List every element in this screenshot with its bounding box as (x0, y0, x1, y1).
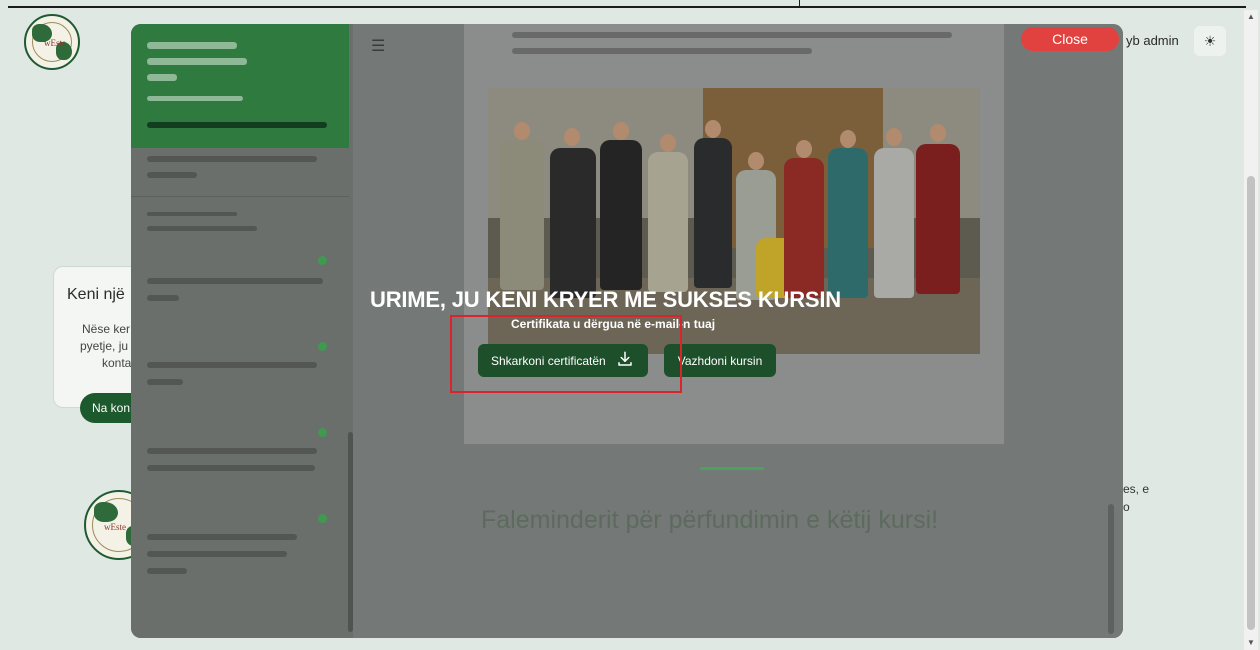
contact-card: Keni një Nëse ker pyetje, ju konta (53, 266, 143, 408)
contact-card-line: pyetje, ju (80, 339, 129, 353)
scroll-down-arrow-icon[interactable]: ▼ (1247, 638, 1255, 647)
top-divider-tick (799, 0, 800, 7)
top-divider (8, 6, 1246, 8)
user-menu[interactable]: yb admin (1126, 33, 1179, 48)
footer-text-fragment: es, e (1123, 482, 1150, 496)
contact-card-line: Nëse ker (82, 322, 131, 336)
sun-icon: ☀ (1203, 32, 1217, 49)
scroll-up-arrow-icon[interactable]: ▲ (1247, 12, 1255, 21)
continue-course-button[interactable]: Vazhdoni kursin (664, 344, 776, 377)
page-scrollbar-thumb[interactable] (1247, 176, 1255, 630)
completion-section: Faleminderit për përfundimin e këtij kur… (353, 444, 1123, 638)
site-logo[interactable]: wEste (24, 14, 80, 70)
contact-card-title: Keni një (67, 286, 125, 303)
content-scrollbar[interactable] (1108, 504, 1114, 634)
close-button[interactable]: Close (1021, 27, 1119, 51)
download-icon (616, 350, 634, 371)
course-photo (488, 88, 980, 354)
complete-dot-icon (318, 514, 327, 523)
footer-text-fragment: o (1123, 500, 1130, 514)
complete-dot-icon (318, 342, 327, 351)
certificate-sent-message: Certifikata u dërgua në e-mail-n tuaj (511, 317, 716, 331)
complete-dot-icon (318, 256, 327, 265)
menu-icon[interactable]: ☰ (371, 36, 385, 56)
complete-dot-icon (318, 428, 327, 437)
contact-card-line: konta (102, 356, 132, 370)
course-progress-bar (147, 122, 327, 128)
lesson-sidebar (131, 24, 353, 638)
course-complete-modal: ☰ Faleminderit për përfundimin e këtij k… (131, 24, 1123, 638)
download-certificate-label: Shkarkoni certificatën (491, 353, 606, 368)
divider-accent (700, 467, 764, 470)
download-certificate-button[interactable]: Shkarkoni certificatën (478, 344, 648, 377)
theme-toggle-button[interactable]: ☀ (1194, 26, 1226, 56)
thanks-message: Faleminderit për përfundimin e këtij kur… (481, 506, 939, 534)
congrats-title: URIME, JU KENI KRYER ME SUKSES KURSIN (370, 287, 841, 312)
sidebar-header (131, 24, 349, 148)
